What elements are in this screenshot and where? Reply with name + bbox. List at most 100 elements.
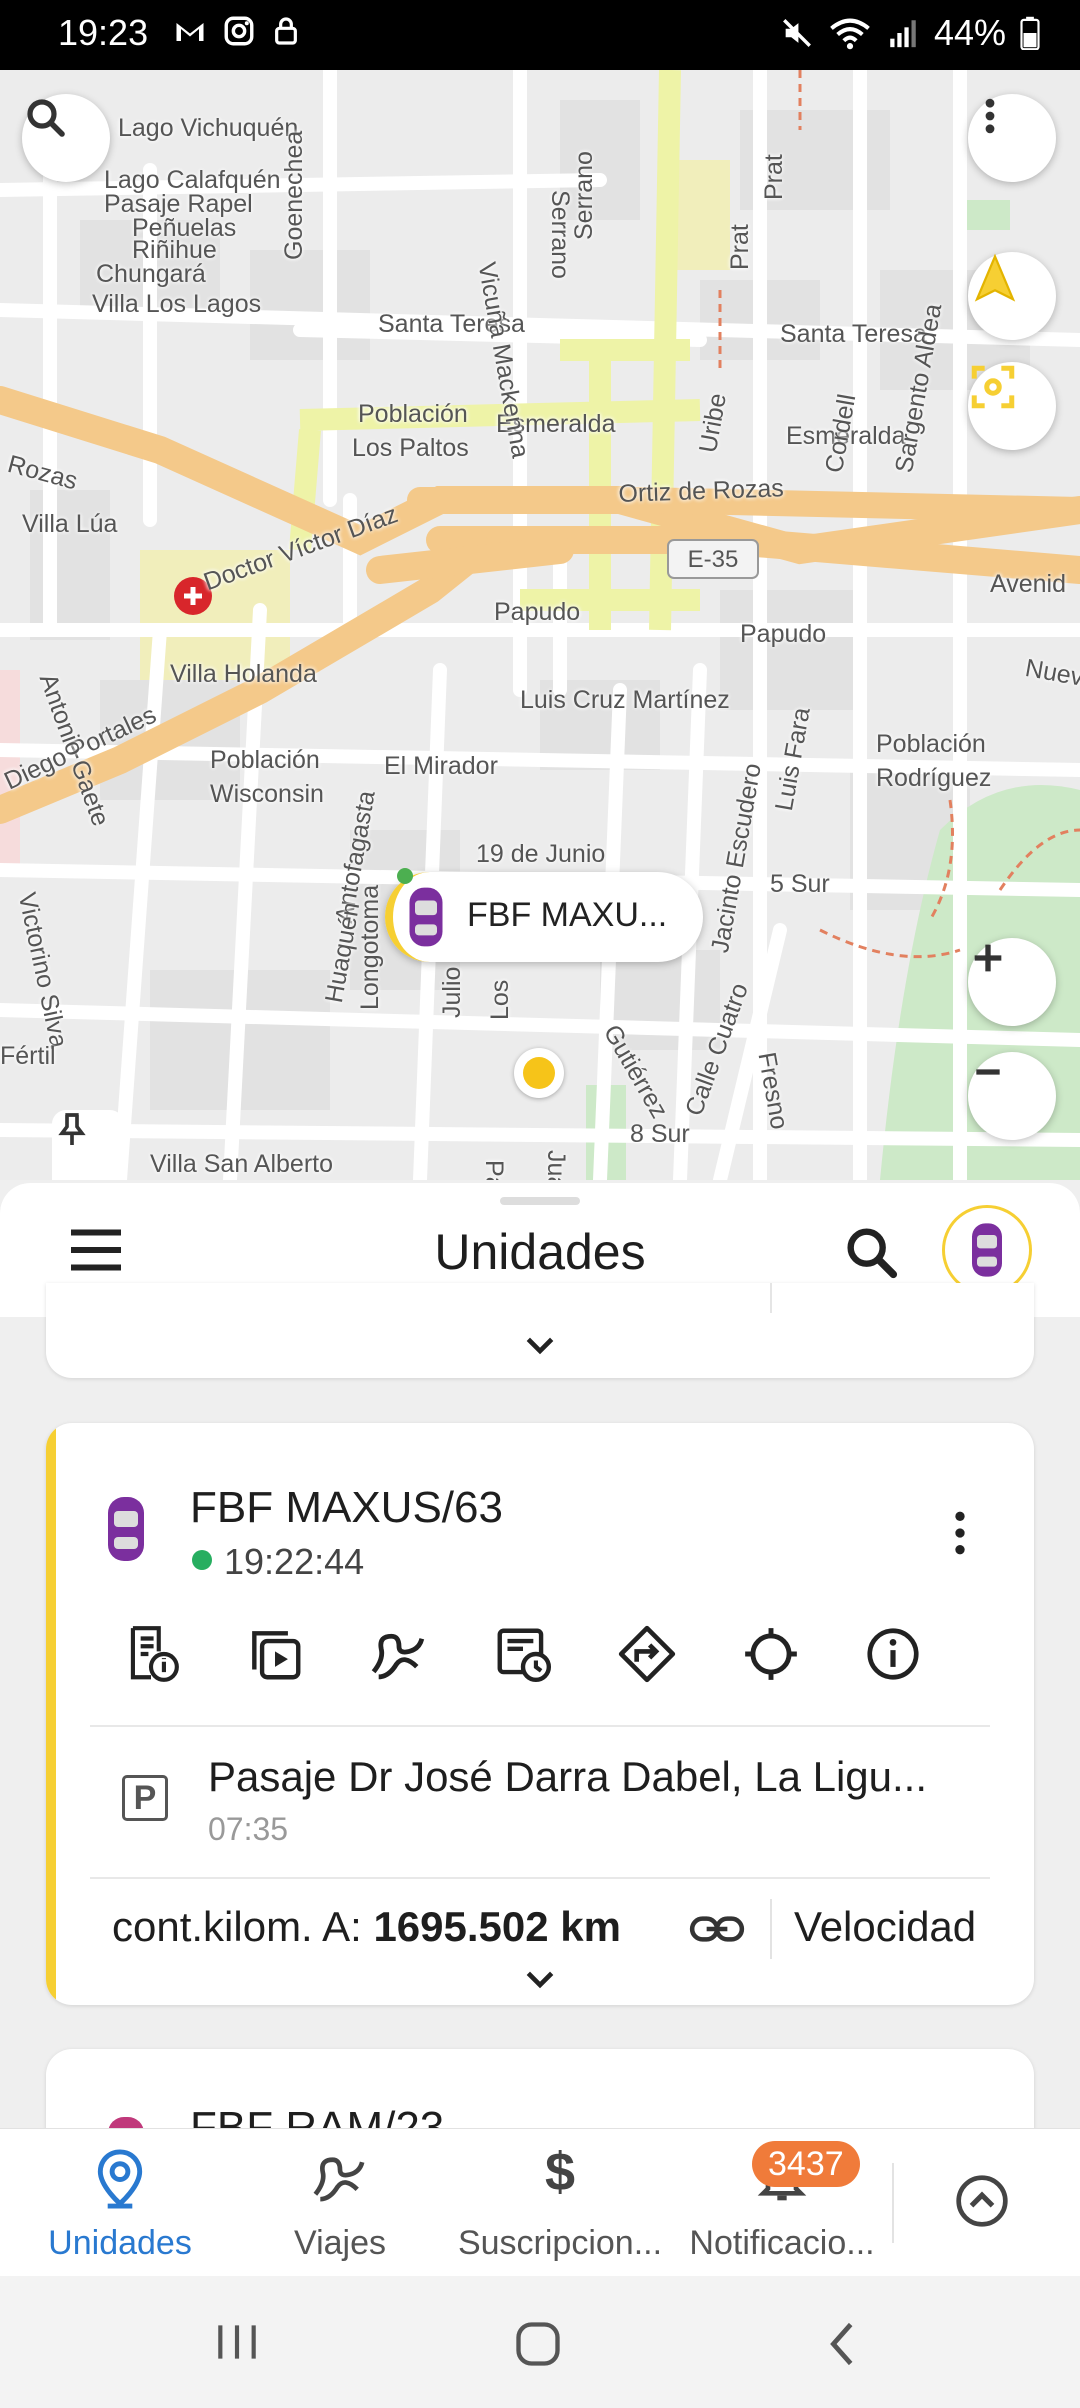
map-label: Avenid: [990, 570, 1066, 598]
unit-name: FBF MAXUS/63: [190, 1483, 503, 1532]
wifi-icon: [830, 18, 870, 50]
map-label: Ortiz de Rozas: [618, 474, 785, 508]
instagram-icon: [224, 16, 254, 46]
parking-badge-icon: P: [122, 1775, 168, 1821]
map-view[interactable]: E-35 Lago Vichuquén Lago Calafquén Pasaje …: [0, 70, 1080, 1180]
odometer-value: 1695.502 km: [373, 1903, 621, 1950]
address-time: 07:35: [208, 1811, 289, 1847]
map-label: Patria: [479, 1160, 508, 1180]
divider: [770, 1899, 772, 1959]
map-label: Wisconsin: [210, 780, 324, 808]
map-label: Villa San Alberto: [150, 1150, 333, 1178]
map-search-button[interactable]: [22, 94, 110, 182]
link-icon[interactable]: [688, 1907, 746, 1951]
unit-last-update: 19:22:44: [224, 1541, 365, 1582]
lock-icon: [275, 17, 297, 45]
info-icon[interactable]: [862, 1623, 924, 1685]
signal-icon: [890, 20, 916, 48]
bottom-navigation: Unidades Viajes $ Suscripcion... 3437 No…: [0, 2128, 1080, 2277]
focus-frame-icon: [971, 365, 1015, 409]
battery-icon: [1020, 16, 1040, 50]
sheet-drag-handle[interactable]: [500, 1197, 580, 1205]
unit-card[interactable]: FBF MAXUS/63 19:22:44 P Pasaje Dr José D…: [46, 1423, 1034, 2005]
report-icon[interactable]: [120, 1623, 182, 1685]
map-menu-button[interactable]: [968, 94, 1056, 182]
nav-units[interactable]: Unidades: [20, 2129, 220, 2277]
map-label: Rodríguez: [876, 764, 992, 792]
history-icon[interactable]: [492, 1623, 554, 1685]
vehicle-marker[interactable]: FBF MAXU...: [385, 868, 703, 962]
dollar-icon: $: [544, 2142, 576, 2202]
speed-sensor[interactable]: Velocidad: [794, 1903, 994, 1951]
map-label: 5 Sur: [770, 870, 830, 898]
divider: [90, 1877, 990, 1879]
divider: [90, 1725, 990, 1727]
map-label: 19 de Junio: [476, 840, 606, 868]
divider: [892, 2163, 894, 2243]
status-bar: 19:23 44%: [0, 0, 1080, 70]
more-vertical-icon: [985, 98, 995, 134]
map-label: Luis Cruz Martínez: [520, 686, 730, 714]
map-label: Fértil: [0, 1042, 56, 1070]
zoom-in-button[interactable]: [968, 938, 1056, 1026]
navigation-arrow-icon: [974, 253, 1016, 302]
status-time: 19:23: [58, 12, 149, 53]
recent-apps-icon[interactable]: [212, 2320, 262, 2364]
location-dot: [514, 1048, 564, 1098]
minus-icon: [976, 1069, 1000, 1075]
selected-unit-avatar[interactable]: [942, 1205, 1032, 1295]
nav-notifications[interactable]: 3437 Notificacio...: [672, 2129, 892, 2277]
nav-trips-label: Viajes: [294, 2224, 386, 2262]
locate-icon[interactable]: [740, 1623, 802, 1685]
chevron-down-icon[interactable]: [520, 1965, 560, 1995]
map-label: Villa Los Lagos: [92, 290, 262, 318]
units-search-button[interactable]: [840, 1221, 910, 1291]
status-system-icons: 44%: [780, 12, 1040, 54]
online-status-dot: [192, 1550, 212, 1570]
route-shield-label: E-35: [688, 546, 739, 573]
nav-subscriptions[interactable]: $ Suscripcion...: [450, 2129, 670, 2277]
back-icon[interactable]: [822, 2318, 862, 2370]
map-label: Papudo: [494, 598, 581, 626]
map-label: Los: [486, 979, 514, 1020]
plus-icon: [974, 944, 1002, 972]
map-label: Lago Vichuquén: [118, 114, 299, 142]
map-label: 8 Sur: [630, 1120, 690, 1148]
map-label: Santa Teresa: [780, 320, 927, 348]
car-icon: [108, 1497, 144, 1561]
route-icon[interactable]: [366, 1623, 432, 1685]
more-vertical-icon[interactable]: [940, 1505, 980, 1561]
mute-icon: [782, 19, 811, 47]
chevron-down-icon[interactable]: [520, 1331, 560, 1361]
status-notification-icons: [172, 14, 302, 50]
video-playback-icon[interactable]: [244, 1623, 306, 1685]
map-label: Serrano: [570, 151, 598, 240]
vehicle-marker-label: FBF MAXU...: [467, 896, 668, 934]
map-label: Prat: [760, 154, 788, 200]
unit-address[interactable]: Pasaje Dr José Darra Dabel, La Ligu...: [208, 1753, 1008, 1801]
map-label: Población: [210, 746, 320, 774]
zoom-out-button[interactable]: [968, 1052, 1056, 1140]
map-label: Julio: [438, 966, 466, 1018]
directions-icon[interactable]: [616, 1623, 678, 1685]
nav-subscriptions-label: Suscripcion...: [457, 2224, 663, 2262]
home-icon[interactable]: [512, 2318, 564, 2370]
odometer-sensor[interactable]: cont.kilom. A: 1695.502 km: [112, 1903, 621, 1951]
map-label: Población: [876, 730, 986, 758]
pin-icon: [58, 1113, 86, 1145]
navigation-compass-button[interactable]: [968, 252, 1056, 340]
map-label: Juan Pa: [541, 1150, 570, 1180]
nav-notifications-label: Notificacio...: [689, 2224, 875, 2262]
map-label: El Mirador: [384, 752, 498, 780]
sheet-title: Unidades: [434, 1224, 646, 1280]
map-label: Los Paltos: [352, 434, 469, 462]
previous-unit-card[interactable]: [46, 1283, 1034, 1378]
pin-toggle-button[interactable]: [52, 1110, 124, 1180]
online-dot: [397, 868, 413, 884]
expand-up-icon[interactable]: [954, 2173, 1010, 2229]
center-location-button[interactable]: [968, 362, 1056, 450]
search-icon: [847, 1228, 898, 1279]
car-icon: [409, 887, 443, 947]
nav-trips[interactable]: Viajes: [240, 2129, 440, 2277]
notifications-badge: 3437: [752, 2141, 860, 2187]
